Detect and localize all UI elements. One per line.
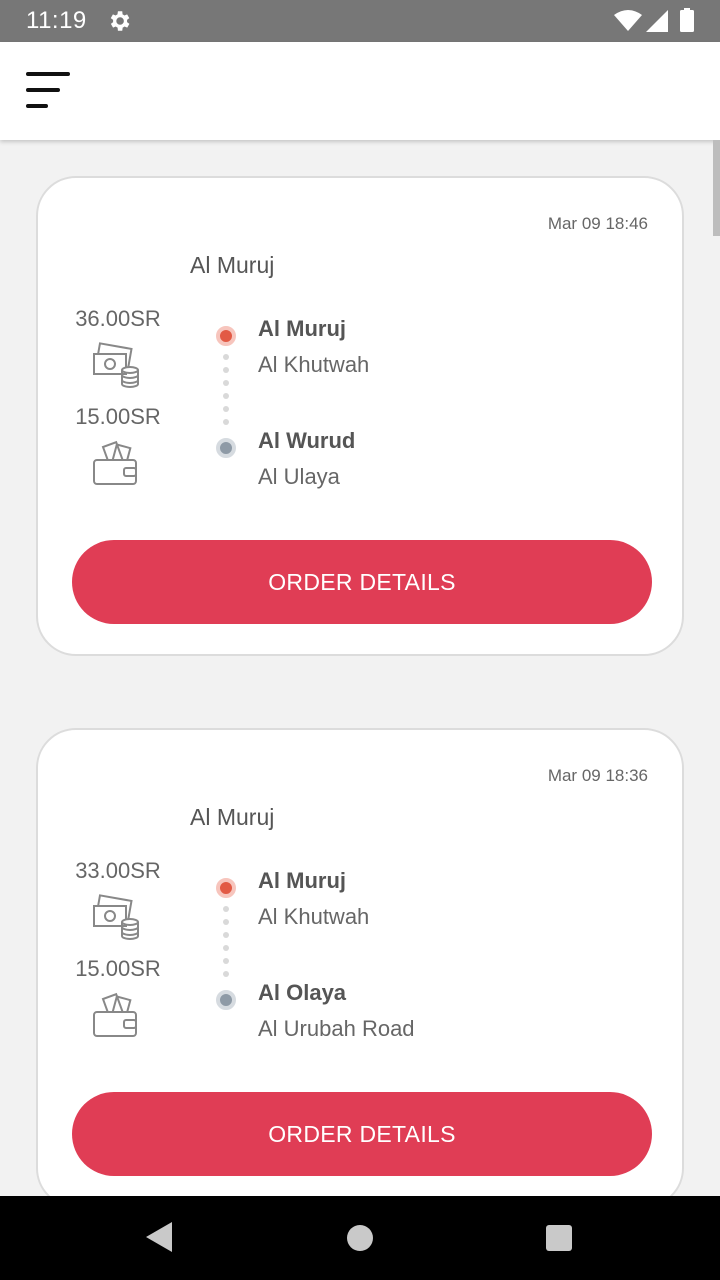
destination-dot [216, 990, 236, 1010]
origin-dot [216, 878, 236, 898]
order-date: Mar 09 18:46 [547, 214, 648, 233]
destination-name: Al Wurud [258, 428, 356, 453]
status-bar: 11:19 [0, 0, 720, 42]
home-icon[interactable] [347, 1225, 373, 1251]
orders-list[interactable]: Mar 09 18:46 Al Muruj 36.00SR 15.00SR Al… [0, 140, 720, 1196]
destination-dot [216, 438, 236, 458]
destination-address: Al Urubah Road [258, 1016, 415, 1041]
origin-name: Al Muruj [258, 868, 346, 893]
destination-address: Al Ulaya [258, 464, 340, 489]
order-date: Mar 09 18:36 [547, 766, 648, 785]
battery-icon [680, 8, 694, 32]
back-icon[interactable] [146, 1222, 172, 1252]
order-title: Al Muruj [190, 252, 275, 278]
route-line [223, 354, 229, 432]
recent-apps-icon[interactable] [546, 1225, 572, 1251]
origin-address: Al Khutwah [258, 352, 370, 377]
wallet-icon [93, 992, 137, 1037]
menu-icon[interactable] [26, 70, 72, 112]
navigation-bar [0, 1196, 720, 1280]
status-time: 11:19 [26, 7, 87, 34]
wifi-icon [614, 10, 642, 31]
app-bar [0, 42, 720, 140]
route-line [223, 906, 229, 984]
origin-address: Al Khutwah [258, 904, 370, 929]
wallet-price: 15.00SR [75, 956, 161, 981]
cash-icon [93, 342, 139, 388]
origin-name: Al Muruj [258, 316, 346, 341]
cash-icon [93, 894, 139, 940]
order-card: Mar 09 18:36 Al Muruj 33.00SR 15.00SR Al… [36, 728, 684, 1196]
wallet-price: 15.00SR [75, 404, 161, 429]
order-details-button[interactable]: ORDER DETAILS [72, 540, 652, 624]
order-details-button[interactable]: ORDER DETAILS [72, 1092, 652, 1176]
destination-name: Al Olaya [258, 980, 347, 1005]
origin-dot [216, 326, 236, 346]
order-title: Al Muruj [190, 804, 275, 830]
gear-icon [110, 11, 130, 31]
trip-price: 36.00SR [75, 306, 161, 331]
order-card: Mar 09 18:46 Al Muruj 36.00SR 15.00SR Al… [36, 176, 684, 656]
trip-price: 33.00SR [75, 858, 161, 883]
wallet-icon [93, 440, 137, 485]
signal-icon [646, 10, 668, 32]
